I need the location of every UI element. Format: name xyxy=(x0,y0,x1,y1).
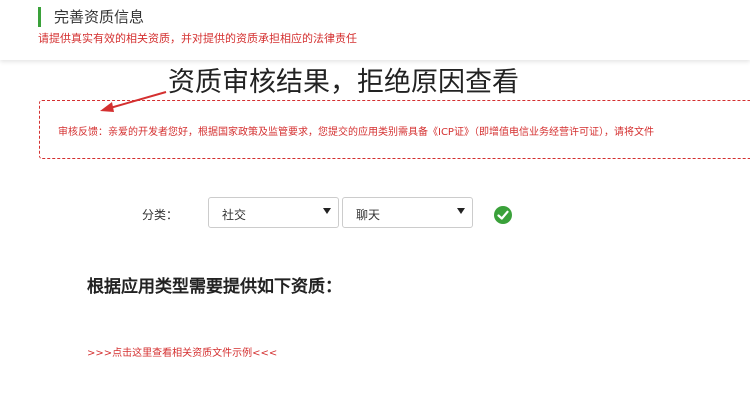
page-header: 完善资质信息 请提供真实有效的相关资质，并对提供的资质承担相应的法律责任 xyxy=(0,0,750,60)
chevron-down-icon xyxy=(457,208,465,214)
qualification-heading: 根据应用类型需要提供如下资质： xyxy=(87,277,342,297)
category-label: 分类： xyxy=(142,208,179,222)
category-primary-select[interactable]: 社交 xyxy=(208,197,339,228)
category-secondary-select[interactable]: 聊天 xyxy=(342,197,473,228)
chevron-down-icon xyxy=(323,208,331,214)
sample-documents-link[interactable]: >>>点击这里查看相关资质文件示例<<< xyxy=(87,344,277,359)
check-circle-icon xyxy=(494,206,512,224)
page-subtitle: 请提供真实有效的相关资质，并对提供的资质承担相应的法律责任 xyxy=(38,32,357,45)
review-feedback-text: 审核反馈：亲爱的开发者您好，根据国家政策及监管要求，您提交的应用类别需具备《IC… xyxy=(58,127,654,138)
title-accent-bar xyxy=(38,7,41,27)
annotation-text: 资质审核结果，拒绝原因查看 xyxy=(168,67,519,98)
page-title: 完善资质信息 xyxy=(54,8,145,26)
category-secondary-value: 聊天 xyxy=(356,208,381,222)
category-primary-value: 社交 xyxy=(222,208,247,222)
review-feedback-box: 审核反馈：亲爱的开发者您好，根据国家政策及监管要求，您提交的应用类别需具备《IC… xyxy=(39,100,750,159)
